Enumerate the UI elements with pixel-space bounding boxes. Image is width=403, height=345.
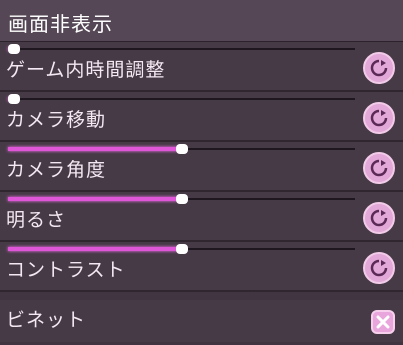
brightness-reset-button[interactable] <box>363 202 395 234</box>
slider-thumb[interactable] <box>175 144 188 154</box>
slider-fill <box>8 197 182 201</box>
camera-angle-reset-button[interactable] <box>363 152 395 184</box>
reset-icon <box>370 109 388 127</box>
camera-move-slider[interactable] <box>8 94 355 104</box>
setting-row-brightness: 明るさ <box>0 192 403 242</box>
camera-angle-slider[interactable] <box>8 144 355 154</box>
slider-fill <box>8 147 182 151</box>
vignette-label: ビネット <box>6 309 87 331</box>
contrast-reset-button[interactable] <box>363 252 395 284</box>
reset-icon <box>370 259 388 277</box>
reset-icon <box>370 159 388 177</box>
slider-track <box>8 98 355 100</box>
game-time-slider[interactable] <box>8 44 355 54</box>
camera-move-label: カメラ移動 <box>6 109 107 131</box>
camera-angle-label: カメラ角度 <box>6 159 107 181</box>
camera-move-reset-button[interactable] <box>363 102 395 134</box>
slider-fill <box>8 247 182 251</box>
setting-row-vignette: ビネット <box>0 300 403 342</box>
setting-row-camera-move: カメラ移動 <box>0 92 403 142</box>
slider-thumb[interactable] <box>175 194 188 204</box>
slider-thumb[interactable] <box>8 44 20 54</box>
reset-icon <box>370 209 388 227</box>
close-icon <box>376 315 390 329</box>
vignette-toggle[interactable] <box>371 310 395 334</box>
setting-row-camera-angle: カメラ角度 <box>0 142 403 192</box>
header-title: 画面非表示 <box>8 12 113 36</box>
brightness-slider[interactable] <box>8 194 355 204</box>
slider-track <box>8 48 355 50</box>
settings-panel: 画面非表示 ゲーム内時間調整 カメラ移動 カメラ角度 明るさ コントラスト ビネ… <box>0 0 403 345</box>
brightness-label: 明るさ <box>6 209 67 231</box>
reset-icon <box>370 59 388 77</box>
slider-thumb[interactable] <box>8 94 20 104</box>
game-time-reset-button[interactable] <box>363 52 395 84</box>
setting-row-game-time: ゲーム内時間調整 <box>0 42 403 92</box>
slider-thumb[interactable] <box>175 244 188 254</box>
game-time-label: ゲーム内時間調整 <box>6 59 166 81</box>
contrast-label: コントラスト <box>6 259 126 281</box>
header: 画面非表示 <box>0 0 403 42</box>
setting-row-contrast: コントラスト <box>0 242 403 292</box>
contrast-slider[interactable] <box>8 244 355 254</box>
